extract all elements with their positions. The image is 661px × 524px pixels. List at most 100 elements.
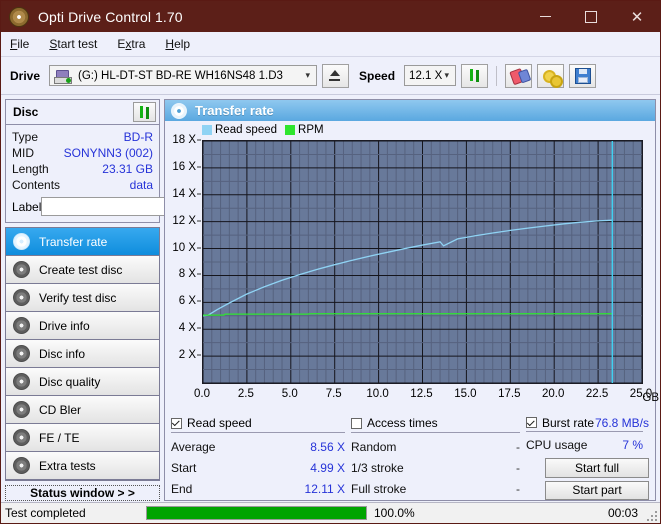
access-times-checkbox-row[interactable]: Access times xyxy=(351,415,526,431)
x-axis-tick-label: 20.0 xyxy=(542,388,564,400)
x-axis-tick-label: 17.5 xyxy=(498,388,520,400)
stat-key: Full stroke xyxy=(351,482,406,496)
access-times-checkbox[interactable] xyxy=(351,418,362,429)
progress-fill xyxy=(147,507,366,519)
burst-rate-checkbox[interactable] xyxy=(526,417,537,428)
stat-value: - xyxy=(516,482,520,496)
sidebar-item-transfer-rate[interactable]: Transfer rate xyxy=(6,228,159,256)
legend-swatch xyxy=(202,125,212,135)
y-axis-tick-label: 12 X xyxy=(172,215,196,227)
y-axis-tick-label: 18 X xyxy=(172,134,196,146)
y-axis-tick-label: 16 X xyxy=(172,161,196,173)
refresh-icon xyxy=(137,105,152,120)
speed-select[interactable]: 12.1 X ▾ xyxy=(404,65,456,86)
y-axis-tick xyxy=(197,193,201,194)
menu-start-test[interactable]: Start test xyxy=(49,37,97,51)
sidebar-item-disc-info[interactable]: Disc info xyxy=(6,340,159,368)
stat-value: - xyxy=(516,461,520,475)
start-full-button[interactable]: Start full xyxy=(545,458,649,477)
read-speed-checkbox[interactable] xyxy=(171,418,182,429)
sidebar-item-extra-tests[interactable]: Extra tests xyxy=(6,452,159,480)
disc-icon xyxy=(9,7,29,27)
stat-key: Start xyxy=(171,461,196,475)
stat-row-third-stroke: 1/3 stroke - xyxy=(351,458,526,479)
toolbar: Drive (G:) HL-DT-ST BD-RE WH16NS48 1.D3 … xyxy=(1,57,660,95)
read-speed-checkbox-row[interactable]: Read speed xyxy=(171,415,351,431)
stats-burst-column: Burst rate 76.8 MB/s CPU usage 7 % Start… xyxy=(526,415,649,500)
chevron-down-icon: ▾ xyxy=(306,70,311,81)
sidebar-item-label: CD Bler xyxy=(39,403,81,417)
stat-row-average: Average 8.56 X xyxy=(171,436,351,457)
stat-value: 8.56 X xyxy=(310,440,345,454)
disc-icon xyxy=(13,429,30,446)
burst-rate-label: Burst rate xyxy=(542,416,594,430)
disc-contents-key: Contents xyxy=(12,178,60,192)
toolbar-separator xyxy=(496,66,497,86)
status-window-button[interactable]: Status window > > xyxy=(5,485,160,501)
stats-access-times-column: Access times Random - 1/3 stroke - Full xyxy=(351,415,526,500)
divider xyxy=(171,432,345,433)
start-part-button[interactable]: Start part xyxy=(545,481,649,500)
access-times-label: Access times xyxy=(367,416,438,430)
minimize-button[interactable] xyxy=(522,1,568,32)
disc-row-mid: MID SONYNN3 (002) xyxy=(12,145,153,161)
refresh-button[interactable] xyxy=(461,64,488,88)
legend-swatch xyxy=(285,125,295,135)
stat-value: - xyxy=(516,440,520,454)
disc-group: Disc Type BD-R MID SONYNN3 (002) xyxy=(5,99,160,223)
panel-title: Transfer rate xyxy=(195,103,274,118)
minimize-icon xyxy=(540,16,551,17)
disc-row-type: Type BD-R xyxy=(12,129,153,145)
x-axis-tick-label: 2.5 xyxy=(238,388,254,400)
stat-row-full-stroke: Full stroke - xyxy=(351,479,526,500)
y-axis-tick-label: 2 X xyxy=(179,349,196,361)
chart-y-axis: 2 X4 X6 X8 X10 X12 X14 X16 X18 X xyxy=(165,140,201,384)
sidebar-item-fe-te[interactable]: FE / TE xyxy=(6,424,159,452)
y-axis-tick xyxy=(197,355,201,356)
y-axis-tick xyxy=(197,328,201,329)
chevron-down-icon: ▾ xyxy=(445,70,450,81)
stat-value: 4.99 X xyxy=(310,461,345,475)
eject-button[interactable] xyxy=(322,64,349,88)
speed-label: Speed xyxy=(359,69,395,83)
sidebar-item-verify-test-disc[interactable]: Verify test disc xyxy=(6,284,159,312)
y-axis-tick xyxy=(197,140,201,141)
legend-entry-rpm: RPM xyxy=(285,124,324,136)
sidebar-item-label: Extra tests xyxy=(39,459,96,473)
maximize-button[interactable] xyxy=(568,1,614,32)
sidebar-nav: Transfer rate Create test disc Verify te… xyxy=(5,227,160,480)
resize-grip[interactable] xyxy=(647,511,658,522)
sidebar-filler xyxy=(5,480,160,481)
sidebar-item-create-test-disc[interactable]: Create test disc xyxy=(6,256,159,284)
close-icon: ✕ xyxy=(631,8,644,26)
erase-button[interactable] xyxy=(505,64,532,88)
menu-file[interactable]: FFileile xyxy=(10,37,29,51)
refresh-icon xyxy=(467,68,482,83)
disc-length-value: 23.31 GB xyxy=(102,162,153,176)
key-button[interactable] xyxy=(537,64,564,88)
menu-help[interactable]: Help xyxy=(165,37,190,51)
disc-type-key: Type xyxy=(12,130,38,144)
sidebar-item-drive-info[interactable]: Drive info xyxy=(6,312,159,340)
save-icon xyxy=(575,68,591,84)
burst-rate-value: 76.8 MB/s xyxy=(595,416,649,430)
sidebar-item-cd-bler[interactable]: CD Bler xyxy=(6,396,159,424)
sidebar-item-disc-quality[interactable]: Disc quality xyxy=(6,368,159,396)
content-area: Disc Type BD-R MID SONYNN3 (002) xyxy=(1,95,660,501)
sidebar-item-label: Disc info xyxy=(39,347,85,361)
save-button[interactable] xyxy=(569,64,596,88)
x-axis-tick-label: 12.5 xyxy=(410,388,432,400)
burst-rate-checkbox-row[interactable]: Burst rate 76.8 MB/s xyxy=(526,415,649,430)
close-button[interactable]: ✕ xyxy=(614,1,660,32)
chart-x-axis: 0.02.55.07.510.012.515.017.520.022.525.0 xyxy=(165,388,655,404)
drive-select[interactable]: (G:) HL-DT-ST BD-RE WH16NS48 1.D3 ▾ xyxy=(49,65,317,86)
disc-row-contents: Contents data xyxy=(12,177,153,193)
stat-row-start: Start 4.99 X xyxy=(171,458,351,479)
stat-key: Random xyxy=(351,440,396,454)
y-axis-tick-label: 6 X xyxy=(179,295,196,307)
menu-bar: FFileile Start test Extra Help xyxy=(1,32,660,57)
disc-info-rows: Type BD-R MID SONYNN3 (002) Length 23.31… xyxy=(6,125,159,222)
disc-refresh-button[interactable] xyxy=(133,102,156,122)
sidebar-item-label: Transfer rate xyxy=(39,235,107,249)
menu-extra[interactable]: Extra xyxy=(117,37,145,51)
